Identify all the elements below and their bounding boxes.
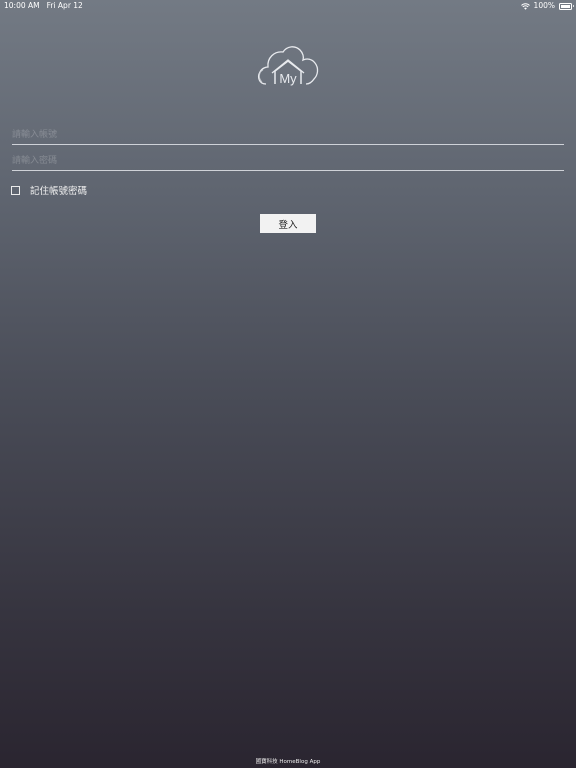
status-right: 100% — [520, 0, 574, 12]
battery-percent: 100% — [533, 1, 555, 10]
status-date: Fri Apr 12 — [46, 1, 83, 10]
remember-label: 記住帳號密碼 — [30, 186, 88, 197]
remember-credentials[interactable]: 記住帳號密碼 — [11, 183, 87, 197]
cloud-house-logo: My — [258, 46, 319, 86]
logo-text: My — [279, 71, 297, 86]
password-input[interactable] — [12, 150, 564, 172]
account-field — [12, 122, 564, 146]
login-button[interactable]: 登入 — [260, 214, 316, 233]
remember-checkbox[interactable] — [11, 185, 20, 195]
status-left: 10:00 AM Fri Apr 12 — [4, 0, 83, 12]
battery-icon — [559, 2, 574, 10]
account-input[interactable] — [12, 124, 564, 146]
status-bar: 10:00 AM Fri Apr 12 100% — [0, 0, 576, 12]
battery-fill — [561, 4, 570, 8]
password-field — [12, 148, 564, 172]
footer-text: 國寶科技 HomeBlog App — [255, 759, 321, 765]
status-time: 10:00 AM — [4, 1, 40, 10]
wifi-icon — [520, 2, 530, 10]
